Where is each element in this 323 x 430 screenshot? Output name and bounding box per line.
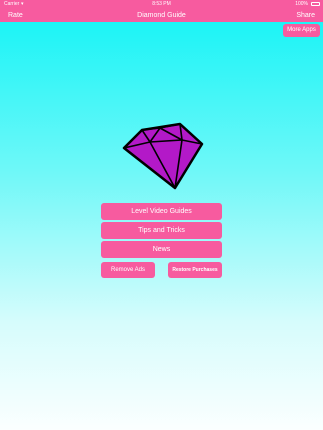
battery-percent: 100% xyxy=(295,1,308,7)
diamond-icon xyxy=(122,122,204,190)
news-button[interactable]: News xyxy=(101,241,222,258)
page-title: Diamond Guide xyxy=(137,12,186,19)
navigation-bar: Rate Diamond Guide Share xyxy=(0,9,323,22)
restore-purchases-button[interactable]: Restore Purchases xyxy=(168,262,222,278)
level-video-guides-button[interactable]: Level Video Guides xyxy=(101,203,222,220)
battery-icon xyxy=(311,2,320,6)
status-time: 8:53 PM xyxy=(152,1,171,7)
share-button[interactable]: Share xyxy=(296,9,315,22)
remove-ads-button[interactable]: Remove Ads xyxy=(101,262,155,278)
more-apps-button[interactable]: More Apps xyxy=(283,24,320,37)
status-bar: Carrier ▾ 8:53 PM 100% xyxy=(0,0,323,9)
tips-and-tricks-button[interactable]: Tips and Tricks xyxy=(101,222,222,239)
